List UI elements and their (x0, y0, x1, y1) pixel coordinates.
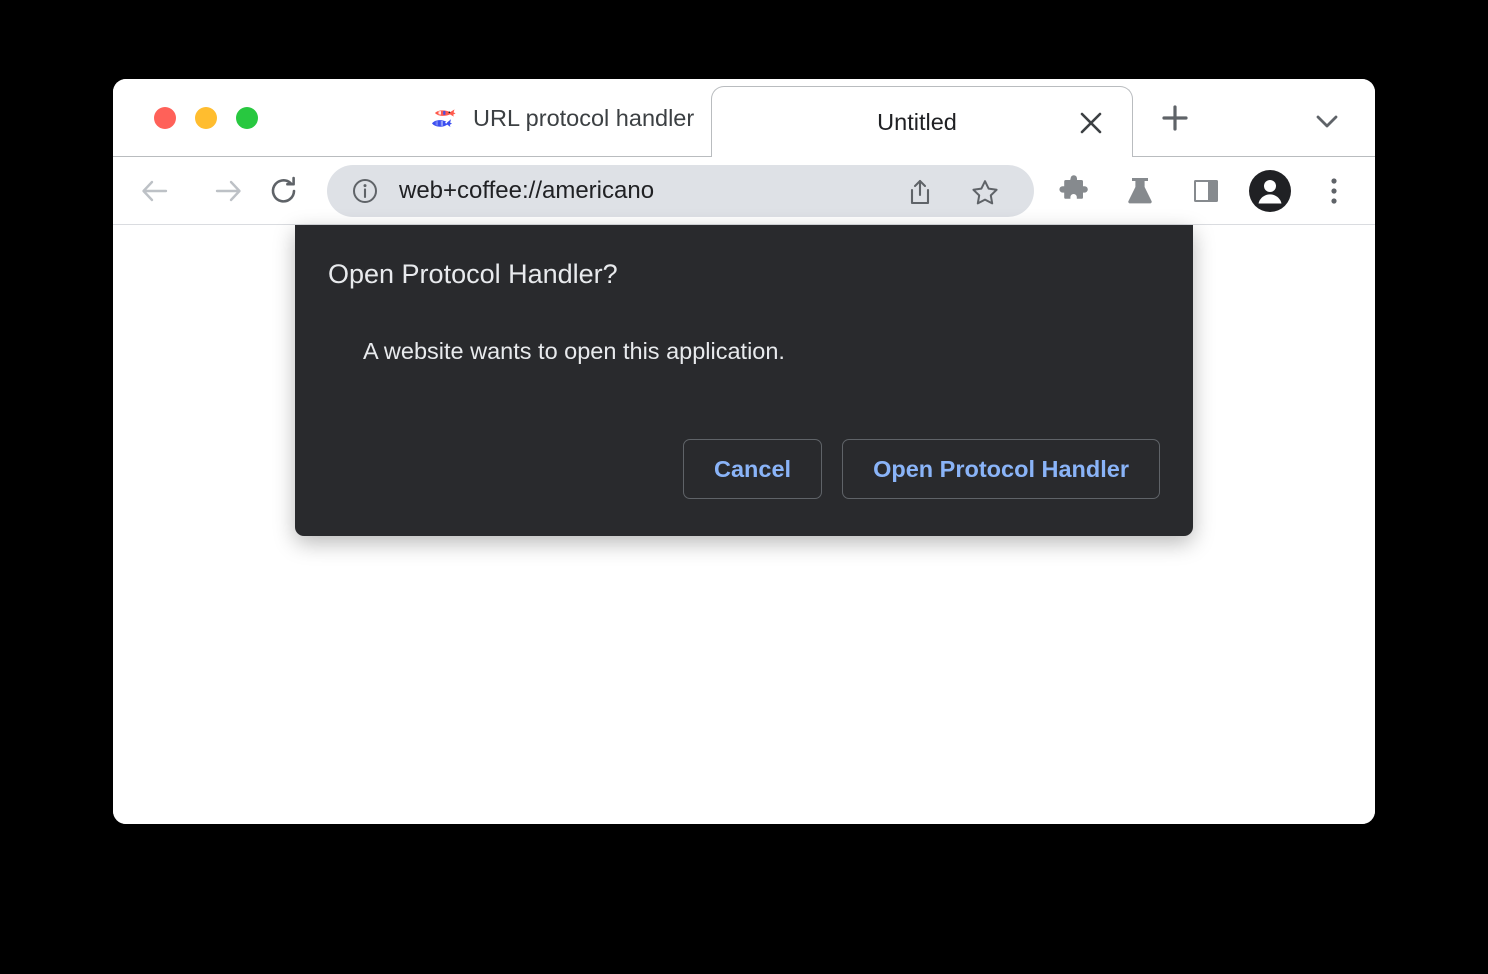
flask-icon[interactable] (1122, 173, 1158, 209)
person-avatar-icon[interactable] (1248, 169, 1292, 213)
tab-title: Untitled (877, 109, 957, 135)
tab-close-icon[interactable] (1078, 110, 1104, 136)
side-panel-icon[interactable] (1188, 173, 1224, 209)
window-controls (154, 79, 258, 157)
chevron-down-icon[interactable] (1311, 105, 1343, 137)
dialog-button-row: Cancel Open Protocol Handler (683, 439, 1160, 499)
arrow-right-icon[interactable] (210, 173, 246, 209)
tab-untitled[interactable]: Untitled (711, 86, 1133, 159)
tab-strip: URL protocol handler Untitled (113, 79, 1375, 159)
plus-icon[interactable] (1159, 102, 1191, 134)
url-text[interactable]: web+coffee://americano (399, 165, 654, 217)
browser-toolbar: web+coffee://americano (113, 157, 1375, 225)
three-dot-menu-icon[interactable] (1316, 173, 1352, 209)
window-close-button[interactable] (154, 107, 176, 129)
arrow-left-icon[interactable] (137, 173, 173, 209)
window-minimize-button[interactable] (195, 107, 217, 129)
share-icon[interactable] (906, 178, 934, 206)
tropical-fish-icon (430, 107, 458, 129)
address-bar[interactable]: web+coffee://americano (327, 165, 1034, 217)
open-protocol-handler-button[interactable]: Open Protocol Handler (842, 439, 1160, 499)
star-icon[interactable] (971, 178, 999, 206)
puzzle-piece-icon[interactable] (1056, 173, 1092, 209)
open-protocol-handler-dialog: Open Protocol Handler? A website wants t… (295, 225, 1193, 536)
browser-window: URL protocol handler Untitled web+coffee… (113, 79, 1375, 824)
dialog-title: Open Protocol Handler? (328, 259, 618, 289)
window-maximize-button[interactable] (236, 107, 258, 129)
dialog-message: A website wants to open this application… (363, 338, 785, 364)
page-content-area: Open Protocol Handler? A website wants t… (113, 225, 1375, 824)
reload-icon[interactable] (266, 173, 302, 209)
info-circle-icon[interactable] (352, 178, 378, 204)
tab-title: URL protocol handler (473, 105, 695, 131)
cancel-button[interactable]: Cancel (683, 439, 823, 499)
